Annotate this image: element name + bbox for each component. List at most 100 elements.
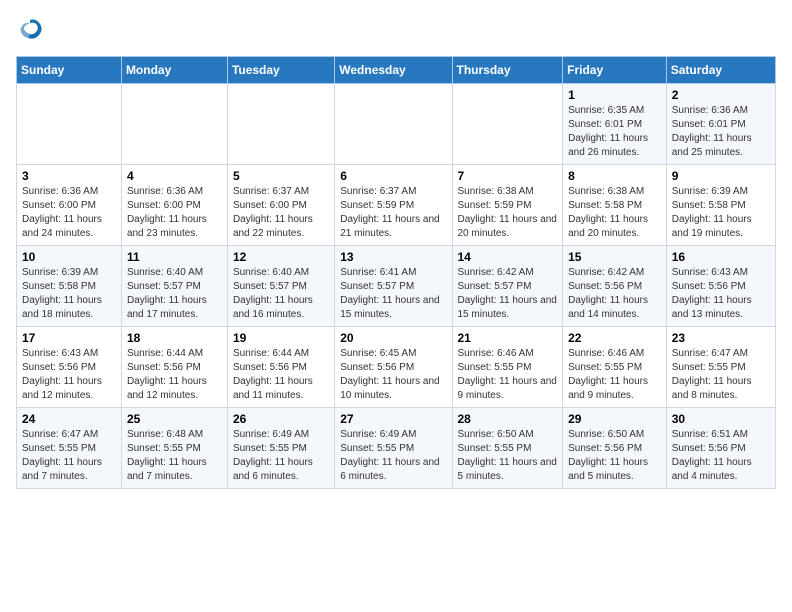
day-info: Sunrise: 6:36 AM Sunset: 6:00 PM Dayligh… xyxy=(22,185,116,241)
day-number: 21 xyxy=(458,331,558,345)
header-sunday: Sunday xyxy=(17,57,122,84)
calendar-cell: 25Sunrise: 6:48 AM Sunset: 5:55 PM Dayli… xyxy=(121,408,227,489)
day-info: Sunrise: 6:38 AM Sunset: 5:58 PM Dayligh… xyxy=(568,185,661,241)
calendar-cell: 13Sunrise: 6:41 AM Sunset: 5:57 PM Dayli… xyxy=(335,246,452,327)
day-info: Sunrise: 6:42 AM Sunset: 5:56 PM Dayligh… xyxy=(568,266,661,322)
calendar-cell xyxy=(452,84,563,165)
day-info: Sunrise: 6:37 AM Sunset: 6:00 PM Dayligh… xyxy=(233,185,329,241)
calendar-table: SundayMondayTuesdayWednesdayThursdayFrid… xyxy=(16,56,776,489)
day-number: 1 xyxy=(568,88,661,102)
day-info: Sunrise: 6:47 AM Sunset: 5:55 PM Dayligh… xyxy=(22,428,116,484)
calendar-cell: 12Sunrise: 6:40 AM Sunset: 5:57 PM Dayli… xyxy=(227,246,334,327)
day-info: Sunrise: 6:39 AM Sunset: 5:58 PM Dayligh… xyxy=(672,185,770,241)
calendar-cell: 8 Sunrise: 6:38 AM Sunset: 5:58 PM Daylig… xyxy=(563,165,667,246)
calendar-week-2: 3 Sunrise: 6:36 AM Sunset: 6:00 PM Daylig… xyxy=(17,165,776,246)
calendar-cell xyxy=(121,84,227,165)
calendar-cell: 28 Sunrise: 6:50 AM Sunset: 5:55 PM Dayli… xyxy=(452,408,563,489)
day-number: 8 xyxy=(568,169,661,183)
day-info: Sunrise: 6:40 AM Sunset: 5:57 PM Dayligh… xyxy=(233,266,329,322)
day-info: Sunrise: 6:36 AM Sunset: 6:01 PM Dayligh… xyxy=(672,104,770,160)
calendar-cell xyxy=(227,84,334,165)
calendar-header-row: SundayMondayTuesdayWednesdayThursdayFrid… xyxy=(17,57,776,84)
calendar-cell: 15 Sunrise: 6:42 AM Sunset: 5:56 PM Dayli… xyxy=(563,246,667,327)
day-info: Sunrise: 6:42 AM Sunset: 5:57 PM Dayligh… xyxy=(458,266,558,322)
header-tuesday: Tuesday xyxy=(227,57,334,84)
day-number: 2 xyxy=(672,88,770,102)
header-monday: Monday xyxy=(121,57,227,84)
day-info: Sunrise: 6:43 AM Sunset: 5:56 PM Dayligh… xyxy=(22,347,116,403)
day-info: Sunrise: 6:35 AM Sunset: 6:01 PM Dayligh… xyxy=(568,104,661,160)
day-info: Sunrise: 6:46 AM Sunset: 5:55 PM Dayligh… xyxy=(568,347,661,403)
day-number: 23 xyxy=(672,331,770,345)
calendar-week-1: 1 Sunrise: 6:35 AM Sunset: 6:01 PM Daylig… xyxy=(17,84,776,165)
day-number: 27 xyxy=(340,412,446,426)
calendar-cell: 22Sunrise: 6:46 AM Sunset: 5:55 PM Dayli… xyxy=(563,327,667,408)
day-number: 29 xyxy=(568,412,661,426)
day-number: 17 xyxy=(22,331,116,345)
day-info: Sunrise: 6:39 AM Sunset: 5:58 PM Dayligh… xyxy=(22,266,116,322)
calendar-cell: 24 Sunrise: 6:47 AM Sunset: 5:55 PM Dayli… xyxy=(17,408,122,489)
calendar-cell: 2 Sunrise: 6:36 AM Sunset: 6:01 PM Daylig… xyxy=(666,84,775,165)
calendar-cell: 7 Sunrise: 6:38 AM Sunset: 5:59 PM Daylig… xyxy=(452,165,563,246)
calendar-cell: 26 Sunrise: 6:49 AM Sunset: 5:55 PM Dayli… xyxy=(227,408,334,489)
calendar-week-3: 10 Sunrise: 6:39 AM Sunset: 5:58 PM Dayli… xyxy=(17,246,776,327)
day-number: 18 xyxy=(127,331,222,345)
calendar-week-4: 17 Sunrise: 6:43 AM Sunset: 5:56 PM Dayli… xyxy=(17,327,776,408)
day-number: 30 xyxy=(672,412,770,426)
calendar-cell: 17 Sunrise: 6:43 AM Sunset: 5:56 PM Dayli… xyxy=(17,327,122,408)
logo xyxy=(16,16,48,44)
calendar-cell: 11 Sunrise: 6:40 AM Sunset: 5:57 PM Dayli… xyxy=(121,246,227,327)
day-number: 19 xyxy=(233,331,329,345)
day-number: 16 xyxy=(672,250,770,264)
header-wednesday: Wednesday xyxy=(335,57,452,84)
calendar-cell: 10 Sunrise: 6:39 AM Sunset: 5:58 PM Dayli… xyxy=(17,246,122,327)
day-number: 24 xyxy=(22,412,116,426)
calendar-cell xyxy=(335,84,452,165)
header-friday: Friday xyxy=(563,57,667,84)
day-number: 28 xyxy=(458,412,558,426)
day-info: Sunrise: 6:49 AM Sunset: 5:55 PM Dayligh… xyxy=(340,428,446,484)
day-info: Sunrise: 6:36 AM Sunset: 6:00 PM Dayligh… xyxy=(127,185,222,241)
header-thursday: Thursday xyxy=(452,57,563,84)
day-number: 11 xyxy=(127,250,222,264)
day-info: Sunrise: 6:43 AM Sunset: 5:56 PM Dayligh… xyxy=(672,266,770,322)
day-info: Sunrise: 6:44 AM Sunset: 5:56 PM Dayligh… xyxy=(127,347,222,403)
calendar-cell: 6 Sunrise: 6:37 AM Sunset: 5:59 PM Daylig… xyxy=(335,165,452,246)
day-info: Sunrise: 6:50 AM Sunset: 5:56 PM Dayligh… xyxy=(568,428,661,484)
day-info: Sunrise: 6:47 AM Sunset: 5:55 PM Dayligh… xyxy=(672,347,770,403)
day-number: 15 xyxy=(568,250,661,264)
day-info: Sunrise: 6:51 AM Sunset: 5:56 PM Dayligh… xyxy=(672,428,770,484)
calendar-cell: 14Sunrise: 6:42 AM Sunset: 5:57 PM Dayli… xyxy=(452,246,563,327)
day-number: 26 xyxy=(233,412,329,426)
day-number: 20 xyxy=(340,331,446,345)
calendar-cell: 4Sunrise: 6:36 AM Sunset: 6:00 PM Daylig… xyxy=(121,165,227,246)
day-info: Sunrise: 6:37 AM Sunset: 5:59 PM Dayligh… xyxy=(340,185,446,241)
day-number: 6 xyxy=(340,169,446,183)
day-info: Sunrise: 6:44 AM Sunset: 5:56 PM Dayligh… xyxy=(233,347,329,403)
calendar-cell: 27 Sunrise: 6:49 AM Sunset: 5:55 PM Dayli… xyxy=(335,408,452,489)
calendar-cell: 20 Sunrise: 6:45 AM Sunset: 5:56 PM Dayli… xyxy=(335,327,452,408)
day-info: Sunrise: 6:49 AM Sunset: 5:55 PM Dayligh… xyxy=(233,428,329,484)
calendar-cell: 21 Sunrise: 6:46 AM Sunset: 5:55 PM Dayli… xyxy=(452,327,563,408)
calendar-cell: 5 Sunrise: 6:37 AM Sunset: 6:00 PM Daylig… xyxy=(227,165,334,246)
calendar-cell xyxy=(17,84,122,165)
calendar-cell: 1 Sunrise: 6:35 AM Sunset: 6:01 PM Daylig… xyxy=(563,84,667,165)
day-info: Sunrise: 6:45 AM Sunset: 5:56 PM Dayligh… xyxy=(340,347,446,403)
day-number: 10 xyxy=(22,250,116,264)
calendar-cell: 18 Sunrise: 6:44 AM Sunset: 5:56 PM Dayli… xyxy=(121,327,227,408)
day-info: Sunrise: 6:38 AM Sunset: 5:59 PM Dayligh… xyxy=(458,185,558,241)
day-info: Sunrise: 6:50 AM Sunset: 5:55 PM Dayligh… xyxy=(458,428,558,484)
calendar-cell: 16 Sunrise: 6:43 AM Sunset: 5:56 PM Dayli… xyxy=(666,246,775,327)
calendar-cell: 30 Sunrise: 6:51 AM Sunset: 5:56 PM Dayli… xyxy=(666,408,775,489)
day-number: 7 xyxy=(458,169,558,183)
calendar-week-5: 24 Sunrise: 6:47 AM Sunset: 5:55 PM Dayli… xyxy=(17,408,776,489)
day-info: Sunrise: 6:46 AM Sunset: 5:55 PM Dayligh… xyxy=(458,347,558,403)
day-number: 3 xyxy=(22,169,116,183)
logo-icon xyxy=(16,16,44,44)
header-saturday: Saturday xyxy=(666,57,775,84)
day-info: Sunrise: 6:40 AM Sunset: 5:57 PM Dayligh… xyxy=(127,266,222,322)
calendar-cell: 19 Sunrise: 6:44 AM Sunset: 5:56 PM Dayli… xyxy=(227,327,334,408)
day-number: 5 xyxy=(233,169,329,183)
day-number: 9 xyxy=(672,169,770,183)
day-info: Sunrise: 6:41 AM Sunset: 5:57 PM Dayligh… xyxy=(340,266,446,322)
